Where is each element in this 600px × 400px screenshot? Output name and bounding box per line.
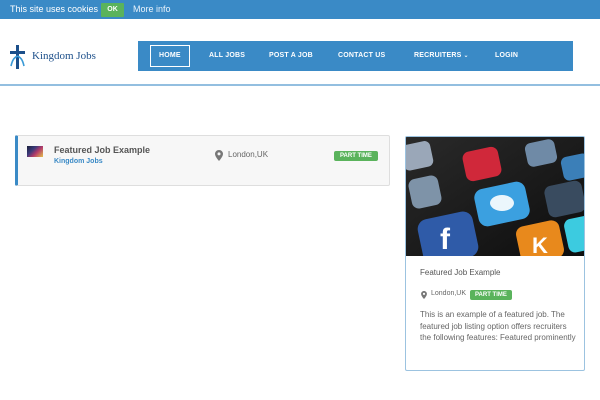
job-type-badge: PART TIME xyxy=(334,151,378,161)
featured-job-image: f K xyxy=(406,137,584,256)
nav-recruiters[interactable]: RECRUITERS ⌄ xyxy=(414,41,469,71)
job-list-item[interactable]: Featured Job Example Kingdom Jobs London… xyxy=(15,135,390,186)
featured-job-type-badge: PART TIME xyxy=(470,290,512,300)
featured-job-location: London,UK xyxy=(431,290,467,297)
brand-name: Kingdom Jobs xyxy=(32,50,96,62)
map-pin-icon xyxy=(215,150,223,161)
cookie-message: This site uses cookies xyxy=(10,4,99,14)
site-logo[interactable]: Kingdom Jobs xyxy=(8,44,118,70)
map-pin-icon xyxy=(421,291,427,299)
cross-logo-icon xyxy=(10,45,25,69)
nav-login[interactable]: LOGIN xyxy=(495,41,518,71)
smartphone-apps-photo-icon: f K xyxy=(406,137,584,256)
svg-text:f: f xyxy=(440,223,451,256)
job-location: London,UK xyxy=(228,150,269,159)
featured-job-title[interactable]: Featured Job Example xyxy=(420,268,501,277)
cookie-ok-button[interactable]: OK xyxy=(101,3,124,17)
nav-all-jobs[interactable]: ALL JOBS xyxy=(209,41,245,71)
nav-contact-us[interactable]: CONTACT US xyxy=(338,41,385,71)
cookie-bar: This site uses cookies OK More info xyxy=(0,0,600,19)
job-company[interactable]: Kingdom Jobs xyxy=(54,158,103,165)
header-divider xyxy=(0,84,600,86)
cookie-more-info-link[interactable]: More info xyxy=(133,4,171,14)
featured-job-description: This is an example of a featured job. Th… xyxy=(420,310,576,342)
main-nav: HOME ALL JOBS POST A JOB CONTACT US RECR… xyxy=(138,41,573,71)
nav-recruiters-label: RECRUITERS xyxy=(414,52,462,59)
company-logo-thumbnail xyxy=(27,146,43,157)
svg-text:K: K xyxy=(532,233,548,256)
job-title[interactable]: Featured Job Example xyxy=(54,145,150,155)
nav-home[interactable]: HOME xyxy=(150,45,190,67)
featured-job-card[interactable]: f K Featured Job Example London,UK PART … xyxy=(405,136,585,371)
chevron-down-icon: ⌄ xyxy=(463,53,469,59)
nav-post-a-job[interactable]: POST A JOB xyxy=(269,41,313,71)
